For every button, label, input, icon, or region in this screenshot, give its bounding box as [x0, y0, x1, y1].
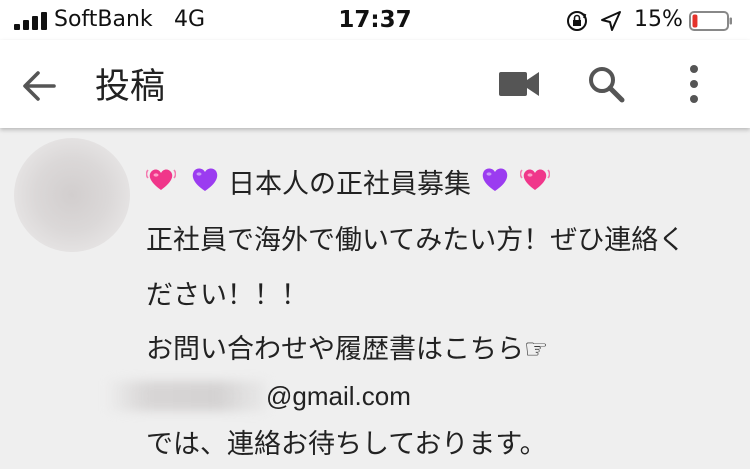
post-title-line: 日本人の正社員募集	[146, 162, 706, 202]
post-text-line-3: お問い合わせや履歴書はこちら☞	[146, 334, 549, 365]
battery-icon	[689, 11, 732, 31]
post-text-line-1: 正社員で海外で働いてみたい方！ぜひ連絡く	[146, 225, 686, 256]
purple-heart-icon	[192, 168, 218, 191]
post-title: 日本人の正社員募集	[228, 169, 471, 200]
redacted-email-local-part	[106, 381, 266, 411]
rotation-lock-icon	[567, 11, 587, 31]
battery-percent: 15%	[634, 7, 683, 32]
status-bar: SoftBank 4G 17:37 15%	[0, 0, 750, 40]
search-icon[interactable]	[584, 62, 628, 106]
back-arrow-icon[interactable]	[18, 64, 62, 108]
page-title: 投稿	[95, 67, 166, 107]
app-bar: 投稿	[0, 40, 750, 128]
post-text-line-5: では、連絡お待ちしております。	[146, 429, 547, 460]
video-camera-icon[interactable]	[497, 66, 541, 102]
purple-heart-icon	[482, 168, 508, 191]
sparkling-heart-icon	[146, 169, 176, 190]
email-domain[interactable]: @gmail.com	[266, 381, 411, 412]
battery-fill	[692, 14, 698, 28]
avatar[interactable]	[14, 138, 130, 252]
post-text-line-2: ださい！！！	[146, 280, 308, 311]
sparkling-heart-icon	[520, 169, 550, 190]
more-vertical-icon[interactable]	[680, 62, 708, 106]
location-arrow-icon	[601, 11, 621, 31]
